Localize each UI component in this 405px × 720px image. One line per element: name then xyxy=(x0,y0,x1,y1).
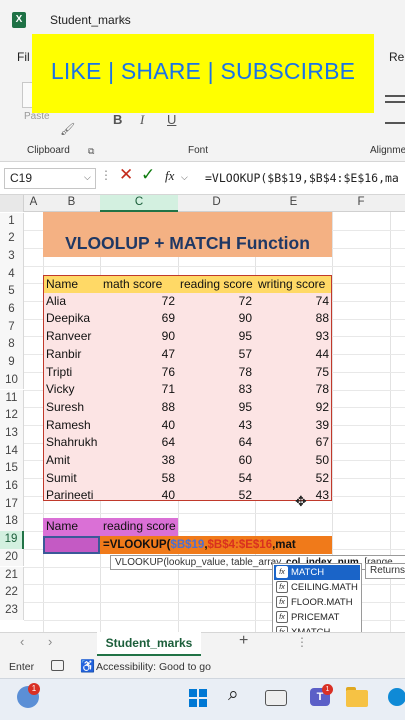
chevron-down-icon[interactable]: ⌵ xyxy=(181,172,188,183)
clipboard-group-label: Clipboard xyxy=(27,145,70,156)
formula-input[interactable]: =VLOOKUP($B$19,$B$4:$E$16,ma xyxy=(205,171,399,185)
row-header-8[interactable]: 8 xyxy=(0,336,24,355)
row-header-13[interactable]: 13 xyxy=(0,424,24,443)
row-header-2[interactable]: 2 xyxy=(0,230,24,248)
sheet-title: VLOOLUP + MATCH Function xyxy=(65,233,310,253)
column-header-a[interactable]: A xyxy=(24,196,43,212)
windows-start-icon[interactable] xyxy=(189,689,207,707)
autocomplete-item-label: PRICEMAT xyxy=(291,612,340,623)
row-header-4[interactable]: 4 xyxy=(0,265,24,284)
align-top-icon[interactable] xyxy=(385,95,405,97)
enter-check-icon[interactable]: ✓ xyxy=(141,165,155,185)
column-header-b[interactable]: B xyxy=(43,196,100,212)
lookup-name-label[interactable]: Name xyxy=(46,518,78,536)
row-header-7[interactable]: 7 xyxy=(0,318,24,337)
dialog-launcher-icon[interactable]: ⧉ xyxy=(88,146,94,157)
formula-ref-table: $B$4:$E$16 xyxy=(207,539,273,551)
tab-review[interactable]: Re xyxy=(389,50,404,64)
chevron-left-icon[interactable]: ‹ xyxy=(20,634,24,649)
align-middle-icon[interactable] xyxy=(385,101,405,103)
row-header-9[interactable]: 9 xyxy=(0,354,24,372)
tooltip-signature: VLOOKUP(lookup_value, table_array, xyxy=(115,557,287,568)
function-icon: fx xyxy=(276,566,288,579)
row-header-1[interactable]: 1 xyxy=(0,212,24,231)
accessibility-icon[interactable]: ♿ xyxy=(80,659,95,673)
workbook-title[interactable]: Student_marks xyxy=(50,13,131,27)
accessibility-status[interactable]: Accessibility: Good to go xyxy=(96,661,211,673)
row-header-20[interactable]: 20 xyxy=(0,548,24,567)
autocomplete-item[interactable]: fx MATCH xyxy=(274,565,360,580)
column-header-f[interactable]: F xyxy=(332,196,390,212)
notification-badge: 1 xyxy=(28,683,40,695)
row-header-22[interactable]: 22 xyxy=(0,584,24,602)
notification-badge: 1 xyxy=(322,684,333,695)
tab-file[interactable]: Fil xyxy=(17,50,30,64)
more-icon[interactable]: ⋮ xyxy=(296,635,308,649)
chevron-right-icon[interactable]: › xyxy=(48,634,52,649)
select-all-corner[interactable] xyxy=(0,195,24,212)
insert-function-icon[interactable]: fx xyxy=(165,168,174,184)
cell-b19[interactable] xyxy=(43,536,100,554)
row-header-21[interactable]: 21 xyxy=(0,566,24,585)
alignment-group-label: Alignme xyxy=(370,145,405,156)
cell-c19-formula[interactable]: =VLOOKUP($B$19,$B$4:$E$16,mat xyxy=(103,538,296,552)
row-header-3[interactable]: 3 xyxy=(0,247,24,266)
task-view-icon[interactable] xyxy=(265,690,287,706)
column-header-e[interactable]: E xyxy=(255,196,332,212)
function-icon: fx xyxy=(276,581,288,594)
row-header-10[interactable]: 10 xyxy=(0,371,24,390)
autocomplete-item-label: CEILING.MATH xyxy=(291,582,358,593)
function-icon: fx xyxy=(276,611,288,624)
italic-button[interactable]: I xyxy=(140,112,144,128)
font-group-label: Font xyxy=(188,145,209,156)
row-header-12[interactable]: 12 xyxy=(0,407,24,425)
function-icon: fx xyxy=(276,596,288,609)
row-header-18[interactable]: 18 xyxy=(0,513,24,532)
cancel-icon[interactable]: ✕ xyxy=(119,165,133,185)
row-header-19[interactable]: 19 xyxy=(0,531,24,549)
column-header-d[interactable]: D xyxy=(178,196,255,212)
more-icon[interactable]: ⋮ xyxy=(100,168,112,182)
format-painter-icon[interactable]: 🖌 xyxy=(60,122,75,136)
add-sheet-button[interactable]: + xyxy=(239,632,248,650)
promo-banner-text: LIKE | SHARE | SUBSCIRBE xyxy=(50,58,356,84)
edge-browser-icon[interactable] xyxy=(388,688,405,706)
chevron-down-icon[interactable]: ⌵ xyxy=(84,172,91,183)
row-header-15[interactable]: 15 xyxy=(0,460,24,478)
sheet-tab-label[interactable]: Student_marks xyxy=(97,636,201,650)
row-header-17[interactable]: 17 xyxy=(0,495,24,514)
status-mode: Enter xyxy=(9,661,35,673)
formula-ref-lookup: $B$19 xyxy=(170,539,205,551)
row-header-11[interactable]: 11 xyxy=(0,389,24,408)
file-explorer-icon[interactable] xyxy=(346,690,368,707)
underline-button[interactable]: U xyxy=(167,112,176,127)
lookup-score-label[interactable]: reading score xyxy=(103,518,176,536)
autocomplete-item[interactable]: fx CEILING.MATH xyxy=(274,580,360,595)
table-border xyxy=(43,275,332,501)
move-cursor-icon: ✥ xyxy=(295,493,307,509)
row-header-23[interactable]: 23 xyxy=(0,601,24,620)
formula-suffix: ,mat xyxy=(272,539,296,551)
formula-prefix: =VLOOKUP( xyxy=(103,539,171,551)
row-header-16[interactable]: 16 xyxy=(0,478,24,496)
row-header-14[interactable]: 14 xyxy=(0,442,24,461)
autocomplete-item-label: FLOOR.MATH xyxy=(291,597,353,608)
name-box-value: C19 xyxy=(10,171,33,185)
chevron-down-icon[interactable]: ⌵ xyxy=(120,12,128,25)
autocomplete-item-label: MATCH xyxy=(291,567,325,578)
align-left-icon[interactable] xyxy=(385,122,405,124)
sheet-tab-bar xyxy=(0,632,405,656)
search-icon[interactable]: ⌕ xyxy=(228,684,239,706)
row-header-5[interactable]: 5 xyxy=(0,283,24,301)
bold-button[interactable]: B xyxy=(113,112,122,127)
row-header-6[interactable]: 6 xyxy=(0,301,24,319)
autocomplete-item[interactable]: fx PRICEMAT xyxy=(274,610,360,625)
grid-line xyxy=(24,265,405,267)
column-header-c[interactable]: C xyxy=(100,196,178,212)
grid-line xyxy=(24,513,405,515)
macro-record-icon[interactable] xyxy=(51,660,64,671)
returns-tooltip: Returns xyxy=(365,563,405,579)
excel-app-icon: X xyxy=(12,12,26,28)
autocomplete-item[interactable]: fx FLOOR.MATH xyxy=(274,595,360,610)
